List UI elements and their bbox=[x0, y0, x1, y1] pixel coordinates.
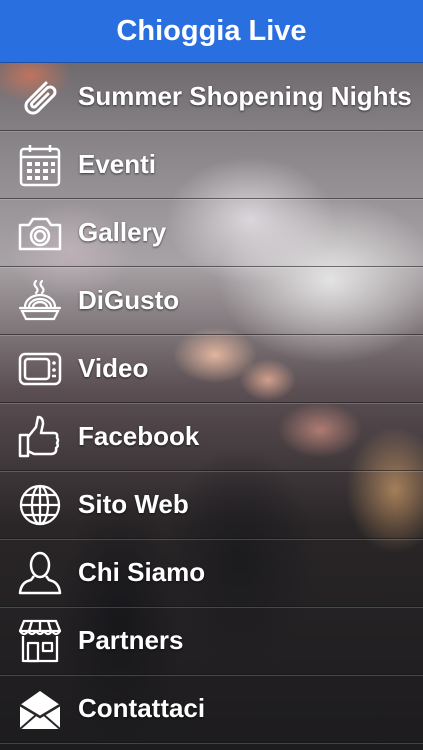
paperclip-icon bbox=[16, 73, 64, 121]
menu-item-label: Chi Siamo bbox=[78, 557, 206, 587]
app-screen: Chioggia Live Summer Shopening Nights Ev… bbox=[0, 0, 423, 750]
user-icon bbox=[16, 549, 64, 597]
menu-item-label: Video bbox=[78, 353, 149, 383]
menu-item-gallery[interactable]: Gallery bbox=[0, 199, 423, 267]
menu-item-label: Contattaci bbox=[78, 693, 206, 723]
menu-item-video[interactable]: Video bbox=[0, 335, 423, 403]
menu-item-eventi[interactable]: Eventi bbox=[0, 131, 423, 199]
menu-item-digusto[interactable]: DiGusto bbox=[0, 267, 423, 335]
menu-item-chi-siamo[interactable]: Chi Siamo bbox=[0, 539, 423, 607]
menu-item-partners[interactable]: Partners bbox=[0, 607, 423, 675]
store-icon bbox=[16, 617, 64, 665]
menu-item-label: Summer Shopening Nights bbox=[78, 81, 412, 111]
camera-icon bbox=[16, 209, 64, 257]
calendar-icon bbox=[16, 141, 64, 189]
menu-item-label: DiGusto bbox=[78, 285, 180, 315]
food-bowl-icon bbox=[16, 277, 64, 325]
menu-item-facebook[interactable]: Facebook bbox=[0, 403, 423, 471]
main-menu: Summer Shopening Nights Eventi Gallery D… bbox=[0, 63, 423, 743]
menu-item-contattaci[interactable]: Contattaci bbox=[0, 675, 423, 743]
menu-item-summer-shopening-nights[interactable]: Summer Shopening Nights bbox=[0, 63, 423, 131]
thumbs-up-icon bbox=[16, 413, 64, 461]
globe-icon bbox=[16, 481, 64, 529]
menu-item-label: Facebook bbox=[78, 421, 200, 451]
app-title: Chioggia Live bbox=[116, 14, 307, 47]
menu-item-sito-web[interactable]: Sito Web bbox=[0, 471, 423, 539]
app-header: Chioggia Live bbox=[0, 0, 423, 63]
menu-item-label: Eventi bbox=[78, 149, 157, 179]
menu-item-label: Partners bbox=[78, 625, 184, 655]
envelope-icon bbox=[16, 685, 64, 733]
menu-item-label: Sito Web bbox=[78, 489, 189, 519]
menu-item-label: Gallery bbox=[78, 217, 167, 247]
tv-icon bbox=[16, 345, 64, 393]
